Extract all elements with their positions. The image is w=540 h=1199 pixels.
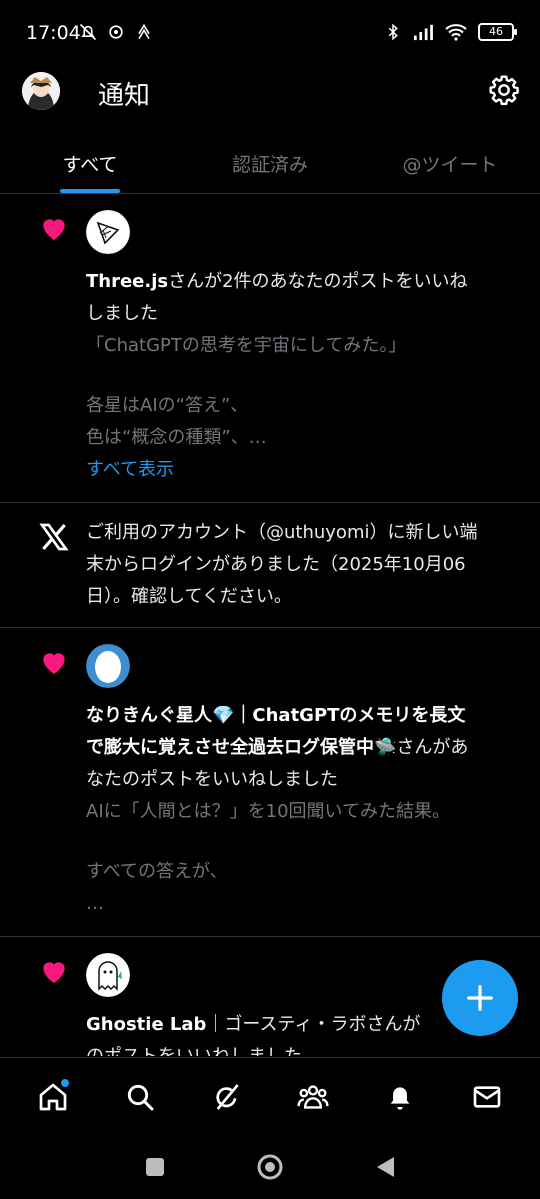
notification-text: ご利用のアカウント（@uthuyomi）に新しい端	[86, 522, 478, 543]
recents-square-icon[interactable]	[144, 1156, 166, 1178]
notification-text: しました	[86, 303, 158, 324]
quoted-post-text: AIに「人間とは？」を10回聞いてみた結果。	[86, 801, 450, 822]
profile-avatar[interactable]	[22, 72, 60, 110]
data-arrows-icon	[138, 23, 150, 40]
threejs-avatar[interactable]	[86, 210, 130, 254]
tab-all[interactable]: すべて	[0, 132, 180, 193]
active-tab-indicator	[60, 189, 120, 193]
search-icon	[127, 1084, 154, 1110]
top-app-bar: 通知	[0, 64, 540, 124]
nav-notifications[interactable]	[380, 1077, 420, 1117]
bluetooth-icon	[388, 23, 398, 41]
nav-home[interactable]	[33, 1077, 73, 1117]
quoted-post-text: すべての答えが、	[86, 861, 228, 882]
user-avatar[interactable]	[86, 644, 130, 688]
bell-off-icon	[79, 23, 97, 41]
notification-item[interactable]: ご利用のアカウント（@uthuyomi）に新しい端 末からログインがありました（…	[0, 503, 540, 628]
quoted-post-text: 各星はAIの“答え”、	[86, 395, 249, 416]
sync-icon	[109, 25, 123, 39]
tab-label: 認証済み	[231, 154, 308, 176]
heart-icon	[43, 219, 65, 240]
signal-icon	[414, 24, 433, 41]
battery-indicator: 46	[478, 23, 517, 41]
notification-text: 末からログインがありました（2025年10月06	[86, 554, 466, 575]
notification-item[interactable]: なりきんぐ星人💎｜ChatGPTのメモリを長文 で膨大に覚えさせ全過去ログ保管中…	[0, 628, 540, 937]
user-name[interactable]: なりきんぐ星人💎｜ChatGPTのメモリを長文	[86, 705, 465, 726]
heart-icon	[43, 962, 65, 983]
system-navigation-bar	[0, 1135, 540, 1199]
bottom-navigation	[0, 1057, 540, 1135]
mail-icon	[473, 1085, 500, 1108]
quoted-post-text: 色は“概念の種類”、…	[86, 427, 267, 448]
tab-verified[interactable]: 認証済み	[180, 132, 360, 193]
ghostie-lab-avatar[interactable]	[86, 953, 130, 997]
page-title: 通知	[98, 81, 151, 111]
wifi-icon	[445, 24, 467, 41]
grok-icon	[216, 1083, 239, 1110]
notification-text: なたのポストをいいねしました	[86, 769, 338, 790]
nav-grok[interactable]	[207, 1077, 247, 1117]
status-bar: 17:04 46	[0, 0, 540, 64]
notification-text: さんが2件のあなたのポストをいいね	[168, 271, 468, 292]
tab-label: すべて	[62, 154, 118, 176]
home-circle-icon[interactable]	[256, 1153, 284, 1181]
status-icons-left	[78, 22, 154, 42]
bell-icon	[390, 1086, 410, 1110]
back-triangle-icon[interactable]	[374, 1155, 396, 1179]
notification-feed: Three.jsさんが2件のあなたのポストをいいね しました 「ChatGPTの…	[0, 194, 540, 1056]
notification-item[interactable]: Three.jsさんが2件のあなたのポストをいいね しました 「ChatGPTの…	[0, 194, 540, 503]
notification-tabs: すべて 認証済み @ツイート	[0, 132, 540, 194]
tab-mentions[interactable]: @ツイート	[360, 132, 540, 193]
status-time: 17:04	[26, 22, 81, 44]
user-name[interactable]: で膨大に覚えさせ全過去ログ保管中🛸	[86, 737, 396, 758]
tab-label: @ツイート	[402, 154, 498, 176]
plus-icon	[467, 985, 493, 1011]
nav-messages[interactable]	[467, 1077, 507, 1117]
x-logo-icon	[39, 523, 69, 551]
notification-text: のポストをいいねしました	[86, 1041, 520, 1056]
compose-button[interactable]	[442, 960, 518, 1036]
quoted-post-text: …	[86, 893, 104, 914]
quoted-post-text: 「ChatGPTの思考を宇宙にしてみた。」	[86, 335, 407, 356]
user-name[interactable]: Three.js	[86, 271, 168, 292]
heart-icon	[43, 653, 65, 674]
settings-gear-icon[interactable]	[488, 74, 520, 106]
notification-text: 日）。確認してください。	[86, 586, 292, 607]
unread-dot	[61, 1078, 70, 1087]
user-name[interactable]: Ghostie Lab	[86, 1014, 206, 1035]
notification-text: さんがあ	[396, 737, 469, 758]
notification-text: ｜ゴースティ・ラボさんが	[206, 1014, 421, 1035]
nav-communities[interactable]	[293, 1077, 333, 1117]
status-icons-right: 46	[384, 22, 517, 42]
communities-icon	[297, 1084, 329, 1109]
nav-search[interactable]	[120, 1077, 160, 1117]
show-all-link[interactable]: すべて表示	[86, 454, 520, 486]
